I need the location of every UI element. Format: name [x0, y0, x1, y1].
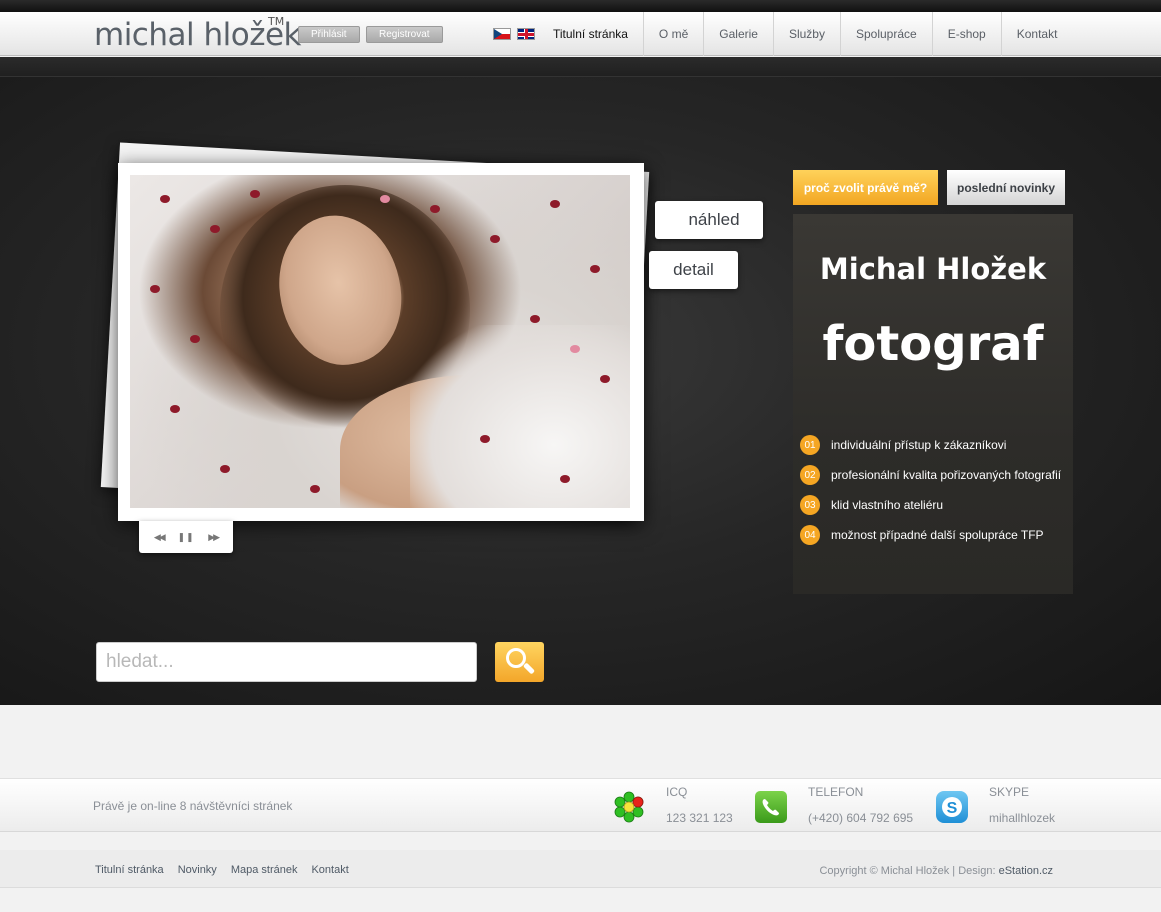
- slideshow-controls: ◀◀ ❚❚ ▶▶: [139, 521, 233, 553]
- phone-number: (+420) 604 792 695: [808, 811, 914, 825]
- nav-item-cooperation[interactable]: Spolupráce: [841, 12, 933, 56]
- icq-number: 123 321 123: [666, 811, 733, 825]
- design-link[interactable]: eStation.cz: [999, 865, 1053, 877]
- feature-number: 02: [800, 465, 820, 485]
- skype-label: SKYPE: [989, 785, 1030, 799]
- tab-why-me[interactable]: proč zvolit právě mě?: [793, 170, 938, 205]
- copyright: Copyright © Michal Hložek | Design: eSta…: [819, 865, 1053, 877]
- slideshow-frame: [118, 163, 644, 521]
- english-flag-icon[interactable]: [517, 28, 535, 40]
- logo-trademark: TM: [268, 15, 285, 28]
- list-item: 03 klid vlastního ateliéru: [800, 490, 1061, 520]
- phone-icon: [755, 791, 787, 823]
- online-visitors: Právě je on-line 8 návštěvníci stránek: [93, 799, 293, 813]
- czech-flag-icon[interactable]: [493, 28, 511, 40]
- feature-number: 03: [800, 495, 820, 515]
- preview-tab[interactable]: náhled: [655, 201, 763, 239]
- header: michal hložek TM Přihlásit Registrovat T…: [0, 12, 1161, 56]
- copyright-text: Copyright © Michal Hložek | Design:: [819, 865, 999, 877]
- footer-links: Titulní stránka Novinky Mapa stránek Kon…: [95, 864, 349, 876]
- photographer-role: fotograf: [822, 316, 1044, 372]
- login-button[interactable]: Přihlásit: [298, 26, 360, 43]
- nav-item-eshop[interactable]: E-shop: [933, 12, 1002, 56]
- feature-number: 04: [800, 525, 820, 545]
- phone-label: TELEFON: [808, 785, 864, 799]
- pause-icon[interactable]: ❚❚: [177, 532, 194, 543]
- tab-latest-news[interactable]: poslední novinky: [947, 170, 1065, 205]
- icq-label: ICQ: [666, 785, 688, 799]
- top-strip: [0, 0, 1161, 12]
- main-nav: Titulní stránka O mě Galerie Služby Spol…: [538, 12, 1072, 56]
- footer-link-news[interactable]: Novinky: [178, 864, 217, 876]
- svg-text:S: S: [947, 800, 958, 817]
- skype-name: mihallhlozek: [989, 811, 1056, 825]
- photographer-name: Michal Hložek: [819, 252, 1047, 286]
- slideshow-photo[interactable]: [130, 175, 630, 508]
- list-item: 01 individuální přístup k zákazníkovi: [800, 430, 1061, 460]
- feature-list: 01 individuální přístup k zákazníkovi 02…: [800, 430, 1061, 550]
- nav-item-about[interactable]: O mě: [644, 12, 705, 56]
- search-input[interactable]: [96, 642, 477, 682]
- footer-link-home[interactable]: Titulní stránka: [95, 864, 164, 876]
- contact-bar: Právě je on-line 8 návštěvníci stránek I…: [0, 778, 1161, 832]
- feature-text: profesionální kvalita pořizovaných fotog…: [831, 468, 1062, 482]
- nav-item-gallery[interactable]: Galerie: [704, 12, 774, 56]
- hero-band: [0, 57, 1161, 77]
- footer-link-sitemap[interactable]: Mapa stránek: [231, 864, 298, 876]
- site-logo[interactable]: michal hložek TM: [94, 15, 302, 53]
- feature-text: klid vlastního ateliéru: [831, 498, 944, 512]
- feature-text: individuální přístup k zákazníkovi: [831, 438, 1007, 452]
- footer-link-contact[interactable]: Kontakt: [311, 864, 348, 876]
- feature-number: 01: [800, 435, 820, 455]
- detail-tab[interactable]: detail: [649, 251, 738, 289]
- next-icon[interactable]: ▶▶: [208, 532, 220, 543]
- nav-item-home[interactable]: Titulní stránka: [538, 12, 644, 56]
- nav-item-contact[interactable]: Kontakt: [1002, 12, 1073, 56]
- feature-text: možnost případné další spolupráce TFP: [831, 528, 1044, 542]
- info-panel: Michal Hložek fotograf 01 individuální p…: [793, 214, 1073, 594]
- previous-icon[interactable]: ◀◀: [154, 532, 166, 543]
- list-item: 02 profesionální kvalita pořizovaných fo…: [800, 460, 1061, 490]
- list-item: 04 možnost případné další spolupráce TFP: [800, 520, 1061, 550]
- hero-section: náhled detail ◀◀ ❚❚ ▶▶ proč zvolit právě…: [0, 57, 1161, 705]
- register-button[interactable]: Registrovat: [366, 26, 443, 43]
- search-button[interactable]: [495, 642, 544, 682]
- nav-item-services[interactable]: Služby: [774, 12, 841, 56]
- footer: Titulní stránka Novinky Mapa stránek Kon…: [0, 850, 1161, 888]
- skype-icon: S: [936, 791, 968, 823]
- icq-flower-icon: [614, 791, 644, 823]
